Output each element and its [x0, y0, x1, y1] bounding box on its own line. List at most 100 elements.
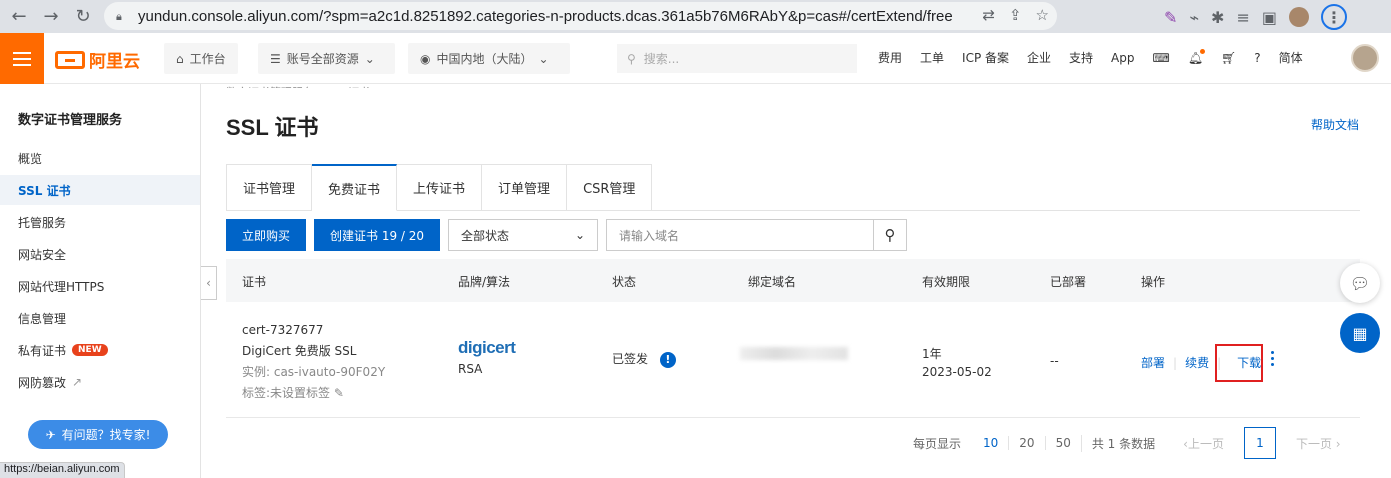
puzzle-icon[interactable]: ✱ [1211, 8, 1224, 27]
col-cert: 证书 [242, 275, 267, 289]
col-deployed: 已部署 [1050, 275, 1087, 289]
pen-extension-icon[interactable]: ✎ [1164, 8, 1177, 27]
terminal-icon[interactable]: ⌨ [1153, 51, 1170, 65]
tab-csr[interactable]: CSR管理 [567, 164, 653, 211]
chat-float-button[interactable]: 💬︎ [1340, 263, 1380, 303]
sidebar-item-managed[interactable]: 托管服务 [0, 207, 200, 237]
top-nav-links: 费用 工单 ICP 备案 企业 支持 App ⌨ 🔔︎ 🛒︎ ? 简体 [878, 48, 1303, 66]
sidebar-item-info[interactable]: 信息管理 [0, 303, 200, 333]
resources-dropdown[interactable]: ☰ 账号全部资源 ⌄ [258, 43, 395, 74]
nav-link-app[interactable]: App [1111, 51, 1134, 65]
create-cert-button[interactable]: 创建证书 19 / 20 [314, 219, 441, 251]
nav-link-enterprise[interactable]: 企业 [1027, 49, 1051, 66]
more-actions-icon[interactable] [1271, 351, 1274, 366]
back-icon[interactable]: ← [6, 3, 32, 29]
bookmark-star-icon[interactable]: ☆ [1036, 6, 1049, 24]
bell-icon[interactable]: 🔔︎ [1188, 48, 1206, 65]
aliyun-logo[interactable]: 阿里云 [55, 47, 140, 72]
chevron-left-icon: ‹ [206, 276, 211, 290]
cert-table: 证书 品牌/算法 状态 绑定域名 有效期限 已部署 操作 cert-732767… [226, 259, 1360, 418]
tab-upload-cert[interactable]: 上传证书 [397, 164, 483, 211]
media-icon[interactable]: ≡ [1236, 8, 1249, 27]
prev-page-button[interactable]: ‹上一页 [1183, 435, 1224, 452]
cert-name: DigiCert 免费版 SSL [242, 344, 357, 358]
validity-cell: 1年 2023-05-02 [922, 345, 992, 381]
url-text: yundun.console.aliyun.com/?spm=a2c1d.825… [138, 7, 953, 25]
info-icon[interactable]: ! [659, 351, 676, 368]
global-search-input[interactable]: ⚲ 搜索... [617, 44, 857, 73]
sidebar: 数字证书管理服务 概览 SSL 证书 托管服务 网站安全 网站代理HTTPS 信… [0, 84, 201, 478]
ask-expert-button[interactable]: ✈ 有问题？找专家! [28, 420, 168, 449]
sidebar-item-overview[interactable]: 概览 [0, 143, 200, 173]
tab-free-cert[interactable]: 免费证书 [312, 164, 398, 211]
nav-link-support[interactable]: 支持 [1069, 49, 1093, 66]
language-switch[interactable]: 简体 [1279, 49, 1303, 66]
extension-icon[interactable]: ⌁ [1189, 8, 1199, 27]
menu-kebab-icon[interactable]: ⋮ [1320, 4, 1347, 30]
renew-link[interactable]: 续费 [1185, 354, 1209, 371]
validity-period: 1年 [922, 347, 942, 361]
sidebar-item-tamper[interactable]: 网防篡改 ↗ [0, 367, 200, 397]
sidebar-item-proxy-https[interactable]: 网站代理HTTPS [0, 271, 200, 301]
page-size-10[interactable]: 10 [973, 436, 1008, 450]
location-icon: ◉ [420, 51, 431, 66]
sidebar-collapse-button[interactable]: ‹ [201, 266, 217, 300]
apps-float-button[interactable]: ▦ [1340, 313, 1380, 353]
share-icon[interactable]: ⇪ [1009, 6, 1022, 24]
hamburger-menu-icon[interactable] [0, 33, 44, 84]
workbench-button[interactable]: ⌂ 工作台 [164, 43, 238, 74]
browser-toolbar: ← → ↻ 🔒︎ yundun.console.aliyun.com/?spm=… [0, 0, 1391, 33]
user-avatar[interactable] [1351, 44, 1379, 72]
col-status: 状态 [612, 275, 637, 289]
help-doc-link[interactable]: 帮助文档 [1311, 116, 1359, 133]
current-page[interactable]: 1 [1243, 427, 1276, 459]
nav-link-icp[interactable]: ICP 备案 [962, 49, 1009, 66]
domain-search-input[interactable]: 请输入域名 [606, 219, 875, 251]
toolbar: 立即购买 创建证书 19 / 20 全部状态 ⌄ 请输入域名 ⚲ [226, 219, 908, 251]
sidebar-item-site-security[interactable]: 网站安全 [0, 239, 200, 269]
sidebar-item-private-cert[interactable]: 私有证书 NEW [0, 335, 200, 365]
logo-mark-icon [55, 50, 85, 69]
deployed-value: -- [1050, 354, 1059, 368]
top-navigation: 阿里云 ⌂ 工作台 ☰ 账号全部资源 ⌄ ◉ 中国内地（大陆） ⌄ ⚲ 搜索..… [0, 33, 1391, 84]
chat-bubble-icon: ✈ [45, 427, 56, 442]
buy-now-button[interactable]: 立即购买 [226, 219, 307, 251]
nav-link-tickets[interactable]: 工单 [920, 49, 944, 66]
page-size-50[interactable]: 50 [1044, 436, 1081, 450]
table-row: cert-7327677 DigiCert 免费版 SSL 实例: cas-iv… [226, 302, 1360, 418]
expiry-date: 2023-05-02 [922, 365, 992, 379]
domain-redacted [740, 347, 848, 360]
forward-icon[interactable]: → [38, 3, 64, 29]
sidebar-item-ssl[interactable]: SSL 证书 [0, 175, 200, 205]
tab-cert-management[interactable]: 证书管理 [226, 164, 313, 211]
search-button[interactable]: ⚲ [874, 219, 908, 251]
home-icon: ⌂ [176, 51, 184, 66]
chevron-down-icon: ⌄ [574, 228, 586, 242]
col-actions: 操作 [1141, 275, 1166, 289]
external-link-icon: ↗ [72, 375, 83, 389]
help-icon[interactable]: ? [1254, 51, 1260, 65]
status-select[interactable]: 全部状态 ⌄ [448, 219, 599, 251]
algorithm: RSA [458, 362, 483, 376]
tab-bar: 证书管理 免费证书 上传证书 订单管理 CSR管理 [226, 164, 1360, 211]
status-text: 已签发 [612, 352, 649, 366]
chevron-down-icon: ⌄ [364, 51, 375, 66]
address-bar[interactable]: 🔒︎ yundun.console.aliyun.com/?spm=a2c1d.… [104, 2, 1057, 30]
sidepanel-icon[interactable]: ▣ [1262, 8, 1277, 27]
col-validity: 有效期限 [922, 275, 971, 289]
region-dropdown[interactable]: ◉ 中国内地（大陆） ⌄ [408, 43, 570, 74]
apps-grid-icon: ▦ [1352, 323, 1368, 343]
cert-id: cert-7327677 [242, 323, 324, 337]
cert-tag[interactable]: 标签:未设置标签 ✎ [242, 383, 385, 404]
resources-label: 账号全部资源 [286, 52, 359, 66]
breadcrumb: 数字证书管理服务 / SSL 证书 [226, 84, 370, 88]
next-page-button[interactable]: 下一页 › [1296, 435, 1341, 452]
profile-avatar-icon[interactable] [1288, 7, 1309, 27]
reload-icon[interactable]: ↻ [70, 3, 96, 29]
cart-icon[interactable]: 🛒︎ [1221, 51, 1236, 65]
page-size-20[interactable]: 20 [1008, 436, 1044, 450]
nav-link-billing[interactable]: 费用 [878, 49, 902, 66]
tab-orders[interactable]: 订单管理 [482, 164, 568, 211]
translate-icon[interactable]: ⇄ [982, 6, 995, 24]
deploy-link[interactable]: 部署 [1141, 354, 1165, 371]
